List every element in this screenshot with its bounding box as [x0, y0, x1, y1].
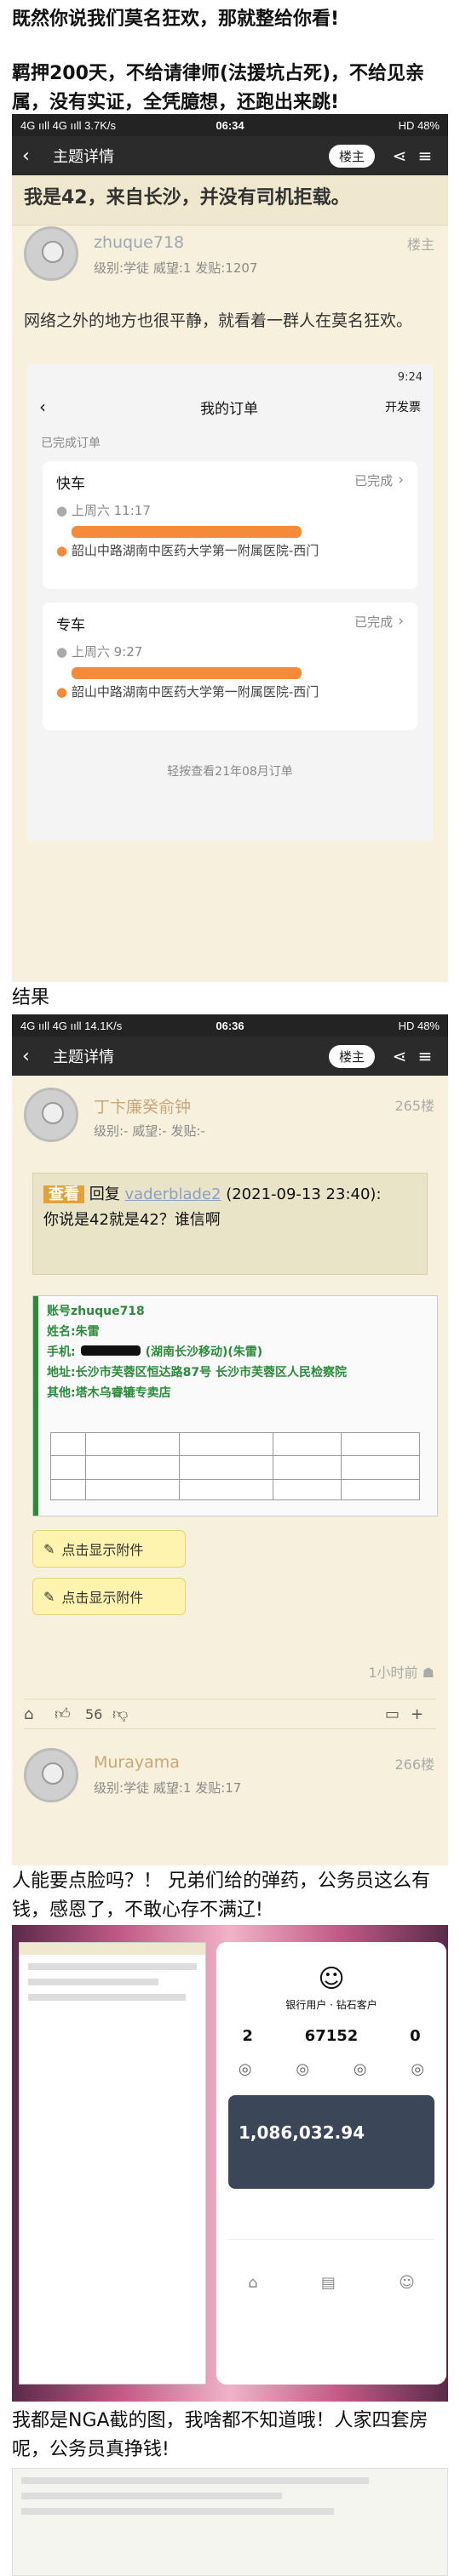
screenshot-1: 4G ııll 4G ııll 3.7K/s 06:34 HD 48% ‹ 主题…	[12, 114, 448, 982]
thumbs-down-icon[interactable]: 👎︎	[112, 1705, 143, 1723]
show-attachment-button[interactable]: ✎ 点击显示附件	[32, 1530, 186, 1568]
intro-text: 羁押200天，不给请律师(法援坑占死)，不给见亲属，没有实证，全凭臆想，还跑出来…	[12, 63, 425, 113]
username[interactable]: 丁卞廉癸俞钟	[94, 1094, 191, 1117]
orders-screenshot: 9:24 ‹ 我的订单 开发票 已完成订单 快车 已完成 › ● 上周六 11:17…	[27, 364, 433, 841]
screenshot-2: 4G ııll 4G ııll 14.1K/s 06:36 HD 48% ‹ 主…	[12, 1014, 448, 1865]
nav-title: 主题详情	[53, 148, 114, 166]
orders-footer[interactable]: 轻按查看21年08月订单	[27, 763, 433, 780]
comment-icon[interactable]: ▭	[385, 1705, 411, 1723]
bank-app-image: ☺ 银行用户 · 钻石客户 2 67152 0 ◎ ◎ ◎ ◎ 1,086,032.9…	[216, 1942, 446, 2385]
show-attachment-button[interactable]: ✎ 点击显示附件	[32, 1578, 186, 1615]
chart-icon[interactable]: ▤	[321, 2274, 336, 2292]
feature-icon[interactable]: ◎	[411, 2060, 424, 2078]
floor-label: 楼主	[406, 237, 434, 253]
user-icon[interactable]: ☺	[399, 2274, 415, 2292]
comment-text-3: 我都是NGA截的图，我啥都不知道哦！人家四套房呢，公务员真挣钱!	[12, 2410, 428, 2460]
add-icon[interactable]: +	[411, 1705, 436, 1723]
feature-icon[interactable]: ◎	[354, 2060, 367, 2078]
username[interactable]: zhuque718	[94, 233, 184, 252]
quote-body: 你说是42就是42？谁信啊	[43, 1211, 221, 1229]
post-time: 1小时前 ☗	[368, 1665, 434, 1681]
back-icon[interactable]: ‹	[22, 1046, 53, 1067]
like-count: 56	[85, 1705, 103, 1722]
status-bar: 4G ııll 4G ııll 14.1K/s 06:36 HD 48%	[12, 1014, 448, 1037]
dox-image[interactable]: 账号zhuque718 姓名:朱雷 手机: (湖南长沙移动)(朱雷) 地址:长沙市…	[32, 1295, 438, 1516]
screenshot-4-partial	[12, 2468, 448, 2576]
redaction-bar	[72, 526, 302, 538]
status-bar: 4G ııll 4G ııll 3.7K/s 06:34 HD 48%	[12, 114, 448, 136]
user-meta: 级别:学徒 威望:1 发贴:17	[94, 1780, 242, 1796]
nav-bar: ‹ 主题详情 楼主 ⋖ ≡	[12, 136, 448, 175]
comment-text-2: 人能要点脸吗？！ 兄弟们给的弹药，公务员这么有钱，感恩了，不敢心存不满辽!	[12, 1871, 430, 1921]
invoice-link[interactable]: 开发票	[385, 398, 421, 415]
back-icon[interactable]: ‹	[39, 397, 73, 417]
paperclip-icon: ✎	[43, 1588, 55, 1605]
record-table	[50, 1432, 420, 1500]
redaction-bar	[72, 667, 302, 679]
thumbs-up-icon[interactable]: 👍︎	[55, 1705, 85, 1723]
user-meta: 级别:- 威望:- 发贴:-	[94, 1123, 205, 1139]
gift-icon[interactable]: ⌂	[24, 1705, 55, 1723]
floor-label: 265楼	[394, 1098, 434, 1114]
op-only-button[interactable]: 楼主	[328, 144, 375, 168]
forum-post-image	[19, 1942, 206, 2385]
avatar[interactable]	[24, 226, 78, 281]
menu-icon[interactable]: ≡	[412, 146, 438, 166]
avatar[interactable]	[24, 1088, 78, 1142]
paperclip-icon: ✎	[43, 1540, 55, 1557]
screenshot-3: ☺ 银行用户 · 钻石客户 2 67152 0 ◎ ◎ ◎ ◎ 1,086,032.9…	[12, 1925, 448, 2402]
username[interactable]: Murayama	[94, 1753, 180, 1772]
view-tag[interactable]: 查看	[43, 1185, 84, 1203]
back-icon[interactable]: ‹	[22, 146, 53, 167]
home-icon[interactable]: ⌂	[248, 2274, 257, 2292]
headline: 既然你说我们莫名狂欢，那就整给你看!	[12, 9, 340, 30]
reply-quote: 查看 回复 vaderblade2 (2021-09-13 23:40): 你说…	[32, 1173, 428, 1275]
nav-bar: ‹ 主题详情 楼主 ⋖ ≡	[12, 1037, 448, 1076]
order-card-1[interactable]: 快车 已完成 › ● 上周六 11:17 ● 韶山中路湖南中医药大学第一附属医院-西…	[43, 461, 417, 589]
result-label: 结果	[12, 987, 50, 1008]
feature-icon[interactable]: ◎	[296, 2060, 309, 2078]
menu-icon[interactable]: ≡	[412, 1046, 438, 1066]
avatar-icon: ☺	[318, 1964, 345, 1994]
post-title: 我是42，来自长沙，并没有司机拒载。	[24, 187, 350, 208]
order-card-2[interactable]: 专车 已完成 › ● 上周六 9:27 ● 韶山中路湖南中医药大学第一附属医院-西门	[43, 603, 417, 730]
floor-label: 266楼	[394, 1756, 434, 1773]
balance-value: 1,086,032.94	[239, 2122, 365, 2143]
section-label: 已完成订单	[41, 437, 101, 450]
post-body: 网络之外的地方也很平静，就看着一群人在莫名狂欢。	[24, 311, 413, 330]
redaction-bar	[80, 1345, 141, 1356]
nav-title: 主题详情	[53, 1048, 114, 1066]
share-icon[interactable]: ⋖	[387, 146, 412, 166]
android-icon: ☗	[422, 1665, 434, 1681]
share-icon[interactable]: ⋖	[387, 1046, 412, 1066]
user-meta: 级别:学徒 威望:1 发贴:1207	[94, 260, 258, 276]
post-actions: ⌂ 👍︎ 56 👎︎ ▭ +	[24, 1699, 436, 1729]
orders-title: 我的订单	[200, 400, 258, 418]
feature-icon[interactable]: ◎	[239, 2060, 252, 2078]
avatar[interactable]	[24, 1748, 78, 1802]
op-only-button[interactable]: 楼主	[328, 1044, 375, 1068]
quoted-user-link[interactable]: vaderblade2	[124, 1185, 221, 1203]
